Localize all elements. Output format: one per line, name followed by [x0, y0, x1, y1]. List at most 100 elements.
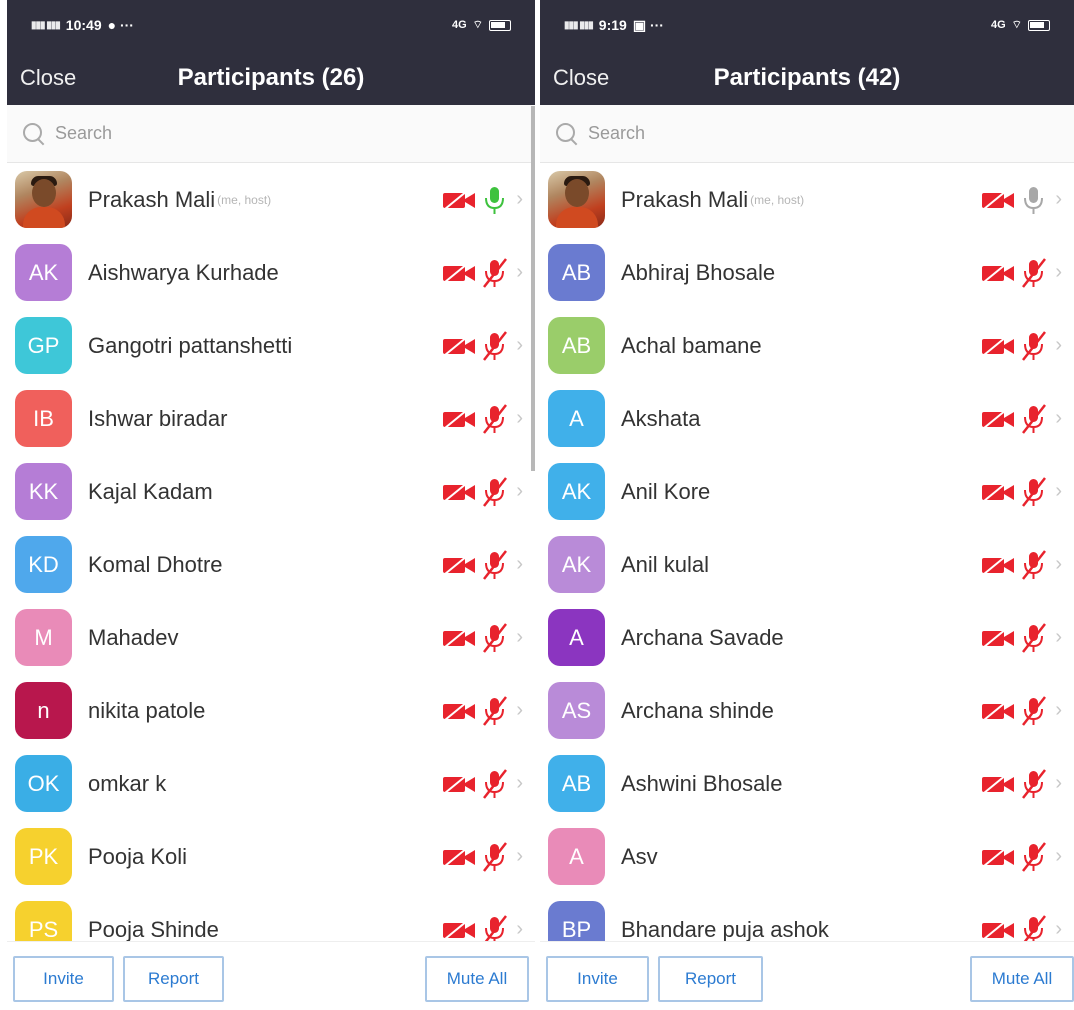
participant-status-icons: ›: [442, 695, 523, 727]
avatar: AB: [548, 755, 605, 812]
chevron-right-icon: ›: [1055, 699, 1062, 721]
participant-row[interactable]: AB Abhiraj Bhosale ›: [540, 236, 1074, 309]
participant-row[interactable]: KD Komal Dhotre ›: [7, 528, 535, 601]
participant-name: Achal bamane: [621, 332, 762, 358]
participant-name: nikita patole: [88, 697, 206, 723]
participant-name: Bhandare puja ashok: [621, 916, 829, 942]
participant-row[interactable]: AB Achal bamane ›: [540, 309, 1074, 382]
mic-muted-icon: [483, 622, 508, 653]
participant-status-icons: ›: [981, 695, 1062, 727]
mute-all-button[interactable]: Mute All: [970, 956, 1074, 1002]
chevron-right-icon: ›: [516, 772, 523, 794]
chevron-right-icon: ›: [1055, 407, 1062, 429]
battery-icon: [1028, 19, 1050, 31]
chevron-right-icon: ›: [516, 699, 523, 721]
participant-row[interactable]: AK Aishwarya Kurhade ›: [7, 236, 535, 309]
network-label: 4G: [451, 19, 467, 31]
invite-button[interactable]: Invite: [546, 956, 649, 1002]
video-off-icon: [982, 846, 1015, 867]
participant-row[interactable]: Prakash Mali (me, host) ›: [7, 163, 535, 236]
participant-row[interactable]: KK Kajal Kadam ›: [7, 455, 535, 528]
participant-name: Aishwarya Kurhade: [88, 259, 279, 285]
participant-status-icons: ›: [442, 841, 523, 873]
status-bar: ▮▮▮ ▮▮▮ 9:19 ▣ ··· 4G ⌔: [540, 0, 1074, 50]
scrollbar[interactable]: [531, 106, 535, 471]
video-off-icon: [443, 481, 476, 502]
participant-name: Ishwar biradar: [88, 405, 228, 431]
chevron-right-icon: ›: [516, 261, 523, 283]
avatar: AB: [548, 317, 605, 374]
mic-muted-icon: [483, 330, 508, 361]
participant-name: Prakash Mali: [621, 186, 749, 212]
participant-row[interactable]: IB Ishwar biradar ›: [7, 382, 535, 455]
participant-status-icons: ›: [981, 330, 1062, 362]
participant-name: Archana shinde: [621, 697, 774, 723]
participant-row[interactable]: GP Gangotri pattanshetti ›: [7, 309, 535, 382]
participant-row[interactable]: AB Ashwini Bhosale ›: [540, 747, 1074, 820]
chevron-right-icon: ›: [1055, 626, 1062, 648]
participant-row[interactable]: A Asv ›: [540, 820, 1074, 893]
participant-list: Prakash Mali (me, host) › AB Abhiraj Bhosale…: [540, 163, 1074, 949]
video-off-icon: [443, 919, 476, 940]
participant-name: Kajal Kadam: [88, 478, 213, 504]
invite-button[interactable]: Invite: [13, 956, 114, 1002]
search-input[interactable]: Search: [588, 123, 645, 144]
avatar: AK: [548, 463, 605, 520]
chevron-right-icon: ›: [516, 480, 523, 502]
mic-on-icon: [1024, 186, 1044, 214]
wifi-icon: ⌔: [1011, 19, 1022, 31]
avatar: AK: [548, 536, 605, 593]
participant-row[interactable]: n nikita patole ›: [7, 674, 535, 747]
participant-row[interactable]: A Archana Savade ›: [540, 601, 1074, 674]
status-right-icons: 4G ⌔: [991, 18, 1050, 32]
mic-muted-icon: [1022, 768, 1047, 799]
avatar: AS: [548, 682, 605, 739]
participant-row[interactable]: AK Anil Kore ›: [540, 455, 1074, 528]
mute-all-button[interactable]: Mute All: [425, 956, 529, 1002]
participant-name: Prakash Mali: [88, 186, 216, 212]
participant-name: omkar k: [88, 770, 167, 796]
search-input[interactable]: Search: [55, 123, 112, 144]
footer-toolbar: Invite Report Mute All: [540, 941, 1074, 1010]
video-off-icon: [982, 481, 1015, 502]
chevron-right-icon: ›: [516, 918, 523, 940]
participant-row[interactable]: AS Archana shinde ›: [540, 674, 1074, 747]
participant-row[interactable]: OK omkar k ›: [7, 747, 535, 820]
participant-row[interactable]: Prakash Mali (me, host) ›: [540, 163, 1074, 236]
video-off-icon: [982, 773, 1015, 794]
participant-row[interactable]: PK Pooja Koli ›: [7, 820, 535, 893]
chevron-right-icon: ›: [516, 626, 523, 648]
participant-list: Prakash Mali (me, host) › AK Aishwarya Kurha…: [7, 163, 535, 949]
avatar: AB: [548, 244, 605, 301]
avatar: AK: [15, 244, 72, 301]
video-off-icon: [982, 554, 1015, 575]
video-off-icon: [982, 262, 1015, 283]
participant-row[interactable]: A Akshata ›: [540, 382, 1074, 455]
video-off-icon: [982, 700, 1015, 721]
chevron-right-icon: ›: [516, 334, 523, 356]
status-time: 9:19: [598, 17, 627, 33]
search-bar[interactable]: Search: [540, 105, 1074, 163]
participants-screen-right: ▮▮▮ ▮▮▮ 9:19 ▣ ··· 4G ⌔ Close Participan…: [540, 0, 1074, 1010]
avatar: PK: [15, 828, 72, 885]
participant-name: Ashwini Bhosale: [621, 770, 783, 796]
report-button[interactable]: Report: [123, 956, 224, 1002]
status-time: 10:49: [65, 17, 102, 33]
footer-toolbar: Invite Report Mute All: [7, 941, 535, 1010]
video-off-icon: [443, 189, 476, 210]
video-off-icon: [443, 408, 476, 429]
report-button[interactable]: Report: [658, 956, 763, 1002]
participant-name: Komal Dhotre: [88, 551, 223, 577]
participant-name: Abhiraj Bhosale: [621, 259, 776, 285]
chevron-right-icon: ›: [516, 553, 523, 575]
participant-row[interactable]: AK Anil kulal ›: [540, 528, 1074, 601]
video-off-icon: [443, 554, 476, 575]
participant-name: Anil kulal: [621, 551, 710, 577]
page-title: Participants (26): [177, 63, 365, 91]
chevron-right-icon: ›: [516, 407, 523, 429]
search-bar[interactable]: Search: [7, 105, 535, 163]
participant-row[interactable]: M Mahadev ›: [7, 601, 535, 674]
status-notification-icon: ▣ ···: [632, 16, 664, 33]
participant-status-icons: ›: [981, 476, 1062, 508]
participant-status-icons: ›: [442, 768, 523, 800]
